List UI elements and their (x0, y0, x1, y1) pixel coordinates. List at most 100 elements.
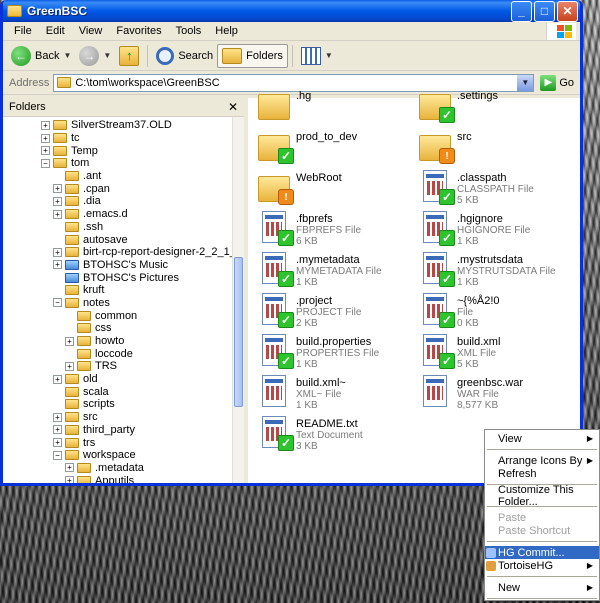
file-item[interactable]: ✓ .mymetadata MYMETADATA File 1 KB (258, 252, 418, 288)
scrollbar-thumb[interactable] (234, 257, 243, 407)
file-item[interactable]: build.xml~ XML~ File 1 KB (258, 375, 418, 411)
file-item[interactable]: ✓ .fbprefs FBPREFS File 6 KB (258, 211, 418, 247)
expand-icon[interactable]: + (41, 120, 50, 130)
file-item[interactable]: ✓ .settings (419, 88, 579, 123)
context-menu-item[interactable]: View ▶ (485, 432, 599, 445)
file-item[interactable]: ✓ README.txt Text Document 3 KB (258, 416, 418, 452)
menu-help[interactable]: Help (208, 25, 245, 37)
expand-icon[interactable]: + (65, 336, 74, 346)
back-button[interactable]: ← Back ▼ (7, 44, 75, 68)
expand-icon[interactable]: + (65, 361, 74, 371)
collapse-icon[interactable]: − (53, 298, 62, 308)
tree-item[interactable]: loccode (3, 347, 244, 360)
tree-item[interactable]: kruft (3, 284, 244, 297)
tree-item[interactable]: + .emacs.d (3, 208, 244, 221)
tree-item[interactable]: css (3, 322, 244, 335)
file-item[interactable]: ! src (419, 129, 579, 164)
chevron-down-icon[interactable]: ▼ (63, 51, 71, 60)
close-icon[interactable]: ✕ (228, 100, 238, 114)
expand-icon[interactable]: + (53, 260, 62, 270)
tree-item[interactable]: scala (3, 385, 244, 398)
tree-item[interactable]: + SilverStream37.OLD (3, 119, 244, 132)
folders-pane: Folders ✕ + SilverStream37.OLD + tc + Temp − to… (3, 98, 248, 483)
up-folder-button[interactable]: ↑ (115, 44, 143, 68)
views-button[interactable]: ▼ (297, 44, 337, 68)
file-item[interactable]: greenbsc.war WAR File 8,577 KB (419, 375, 579, 411)
expand-icon[interactable]: + (53, 412, 62, 422)
tree-item[interactable]: + Apputils (3, 474, 244, 483)
context-menu-item[interactable]: Arrange Icons By ▶ (485, 454, 599, 467)
tree-item[interactable]: + trs (3, 436, 244, 449)
expand-icon[interactable]: + (53, 184, 62, 194)
tree-item[interactable]: + TRS (3, 360, 244, 373)
menu-favorites[interactable]: Favorites (109, 25, 168, 37)
tree-item[interactable]: + BTOHSC's Music (3, 259, 244, 272)
expand-icon[interactable]: + (53, 209, 62, 219)
collapse-icon[interactable]: − (41, 158, 50, 168)
file-item[interactable]: .hg (258, 88, 418, 122)
collapse-icon[interactable]: − (53, 450, 62, 460)
file-size: 1 KB (296, 400, 318, 411)
context-menu-label: Paste Shortcut (498, 524, 571, 537)
file-item[interactable]: ✓ build.properties PROPERTIES File 1 KB (258, 334, 418, 370)
tree-item[interactable]: + .dia (3, 195, 244, 208)
tree-item[interactable]: scripts (3, 398, 244, 411)
title-bar[interactable]: GreenBSC _ □ ✕ (3, 0, 580, 22)
expand-icon[interactable]: + (65, 463, 74, 473)
tree-item[interactable]: + third_party (3, 424, 244, 437)
tree-item[interactable]: + Temp (3, 144, 244, 157)
file-item[interactable]: ✓ ~{%Å2!0 File 0 KB (419, 293, 579, 329)
tree-item[interactable]: + .cpan (3, 182, 244, 195)
expand-icon[interactable]: + (53, 425, 62, 435)
file-item[interactable]: ✓ .hgignore HGIGNORE File 1 KB (419, 211, 579, 247)
expand-icon[interactable]: + (53, 438, 62, 448)
tree-item[interactable]: BTOHSC's Pictures (3, 271, 244, 284)
tree-item[interactable]: .ssh (3, 221, 244, 234)
tree-item[interactable]: common (3, 309, 244, 322)
tree-item[interactable]: − workspace (3, 449, 244, 462)
file-item[interactable]: ! WebRoot (258, 170, 418, 205)
tree-item[interactable]: − notes (3, 297, 244, 310)
chevron-down-icon[interactable]: ▼ (325, 51, 333, 60)
context-menu-item[interactable]: TortoiseHG ▶ (485, 559, 599, 572)
search-button[interactable]: Search (152, 44, 217, 68)
file-item[interactable]: ✓ .classpath CLASSPATH File 5 KB (419, 170, 579, 206)
context-menu-item[interactable]: Customize This Folder... (485, 484, 599, 508)
chevron-down-icon[interactable]: ▼ (103, 51, 111, 60)
tree-item[interactable]: autosave (3, 233, 244, 246)
close-button[interactable]: ✕ (557, 0, 578, 22)
tree-item[interactable]: + .metadata (3, 462, 244, 475)
vertical-scrollbar[interactable] (232, 117, 244, 483)
tree-item[interactable]: + old (3, 373, 244, 386)
expand-icon[interactable]: + (65, 476, 74, 483)
menu-file[interactable]: File (7, 25, 39, 37)
maximize-button[interactable]: □ (534, 0, 555, 22)
tree-item[interactable]: .ant (3, 170, 244, 183)
menu-tools[interactable]: Tools (169, 25, 209, 37)
tree-item[interactable]: − tom (3, 157, 244, 170)
context-menu-item[interactable]: HG Commit... (485, 546, 599, 559)
expand-icon[interactable]: + (53, 374, 62, 384)
context-menu-item[interactable]: Refresh (485, 467, 599, 480)
expand-icon[interactable]: + (41, 146, 50, 156)
expand-icon[interactable]: + (53, 247, 62, 257)
menu-edit[interactable]: Edit (39, 25, 72, 37)
file-item[interactable]: ✓ .mystrutsdata MYSTRUTSDATA File 1 KB (419, 252, 579, 288)
tree-item[interactable]: + src (3, 411, 244, 424)
clean-status-icon: ✓ (439, 271, 455, 287)
tree-item[interactable]: + tc (3, 132, 244, 145)
file-icon: ✓ (258, 416, 294, 451)
expand-icon[interactable]: + (41, 133, 50, 143)
file-item[interactable]: ✓ prod_to_dev (258, 129, 418, 164)
file-item[interactable]: ✓ build.xml XML File 5 KB (419, 334, 579, 370)
tree-item-label: common (95, 309, 138, 322)
forward-button[interactable]: → ▼ (75, 44, 115, 68)
menu-view[interactable]: View (72, 25, 110, 37)
file-item[interactable]: ✓ .project PROJECT File 2 KB (258, 293, 418, 329)
expand-icon[interactable]: + (53, 196, 62, 206)
minimize-button[interactable]: _ (511, 0, 532, 22)
tree-item[interactable]: + howto (3, 335, 244, 348)
tree-item[interactable]: + birt-rcp-report-designer-2_2_1_1 (3, 246, 244, 259)
folders-button[interactable]: Folders (217, 43, 288, 68)
context-menu-item[interactable]: New ▶ (485, 581, 599, 594)
